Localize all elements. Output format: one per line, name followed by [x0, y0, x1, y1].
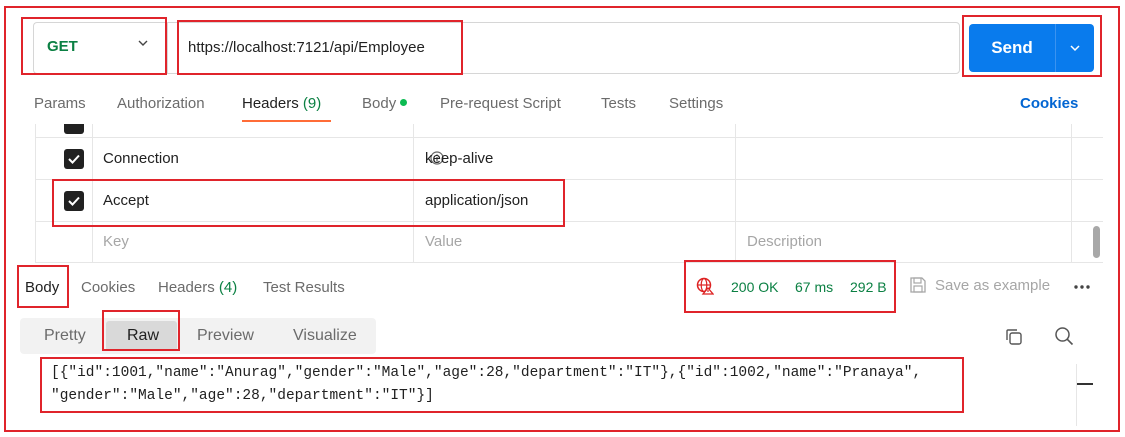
key-placeholder[interactable]: Key [103, 233, 129, 250]
headers-table: Connection keep-alive Accept application… [35, 124, 1103, 262]
send-label: Send [991, 38, 1033, 57]
response-tab-headers-label: Headers [158, 279, 215, 296]
tab-authorization[interactable]: Authorization [117, 95, 205, 112]
tab-body-label: Body [362, 95, 397, 112]
save-as-example-button[interactable]: Save as example [935, 277, 1050, 294]
tab-headers[interactable]: Headers (9) [242, 95, 321, 112]
table-row-new: Key Value Description [35, 222, 1103, 262]
column-divider [1071, 124, 1072, 262]
save-icon[interactable] [909, 276, 927, 294]
send-button[interactable]: Send [969, 24, 1055, 72]
tab-tests[interactable]: Tests [601, 95, 636, 112]
tab-headers-count: (9) [302, 95, 322, 112]
status-code[interactable]: 200 OK [731, 279, 778, 295]
response-body-line[interactable]: [{"id":1001,"name":"Anurag","gender":"Ma… [51, 365, 921, 381]
response-time[interactable]: 67 ms [795, 279, 833, 295]
scrollbar-marker [1077, 383, 1093, 385]
header-value[interactable]: keep-alive [425, 150, 493, 167]
description-placeholder[interactable]: Description [747, 233, 822, 250]
table-row [35, 124, 1103, 138]
body-indicator-dot [400, 98, 408, 106]
column-divider [413, 124, 414, 262]
header-key[interactable]: Connection [103, 150, 179, 167]
divider [35, 262, 1103, 263]
chevron-down-icon[interactable] [136, 36, 150, 50]
response-tab-headers[interactable]: Headers (4) [158, 279, 237, 296]
tab-body[interactable]: Body [362, 95, 408, 112]
response-tab-body[interactable]: Body [25, 279, 59, 296]
tab-headers-label: Headers [242, 95, 299, 112]
scrollbar-thumb[interactable] [1093, 226, 1100, 258]
response-size[interactable]: 292 B [850, 279, 887, 295]
table-row: Accept application/json [35, 180, 1103, 222]
checkbox-checked-icon[interactable] [64, 149, 84, 169]
table-row: Connection keep-alive [35, 138, 1103, 180]
response-tab-cookies[interactable]: Cookies [81, 279, 135, 296]
url-text[interactable]: https://localhost:7121/api/Employee [188, 39, 425, 56]
more-horizontal-icon[interactable] [1072, 278, 1092, 294]
search-icon[interactable] [1054, 326, 1074, 346]
response-headers-count: (4) [218, 279, 238, 296]
column-divider [735, 124, 736, 262]
column-divider [92, 124, 93, 262]
response-body-line[interactable]: "gender":"Male","age":28,"department":"I… [51, 388, 434, 404]
method-label[interactable]: GET [47, 38, 78, 55]
format-tab-pretty[interactable]: Pretty [44, 327, 86, 345]
globe-warning-icon[interactable] [696, 277, 714, 295]
tab-params[interactable]: Params [34, 95, 86, 112]
copy-icon[interactable] [1004, 327, 1024, 347]
send-options-button[interactable] [1055, 24, 1094, 72]
tab-settings[interactable]: Settings [669, 95, 723, 112]
cookies-link[interactable]: Cookies [1020, 95, 1078, 112]
response-tab-test-results[interactable]: Test Results [263, 279, 345, 296]
column-divider [35, 124, 36, 262]
format-tab-raw[interactable]: Raw [127, 327, 159, 345]
format-tab-visualize[interactable]: Visualize [293, 327, 357, 345]
tab-pre-request-script[interactable]: Pre-request Script [440, 95, 561, 112]
header-value[interactable]: application/json [425, 192, 528, 209]
active-tab-indicator [242, 120, 331, 122]
response-scrollbar[interactable] [1076, 364, 1093, 426]
chevron-down-icon [1070, 45, 1080, 52]
checkbox-checked-icon[interactable] [64, 191, 84, 211]
checkbox-checked-icon[interactable] [64, 124, 84, 134]
value-placeholder[interactable]: Value [425, 233, 462, 250]
format-tab-preview[interactable]: Preview [197, 327, 254, 345]
header-key[interactable]: Accept [103, 192, 149, 209]
